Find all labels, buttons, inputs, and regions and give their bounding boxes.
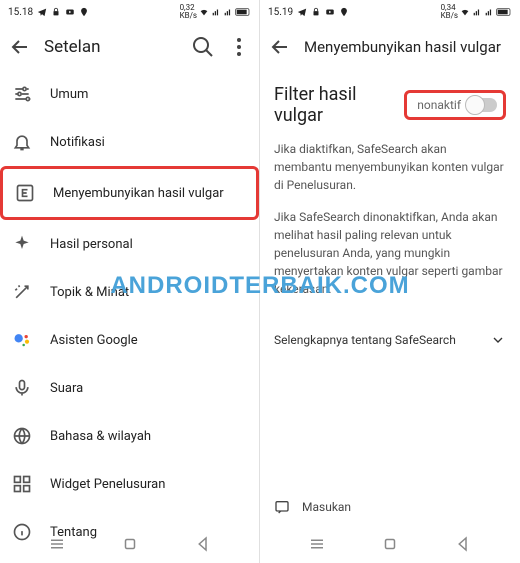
feedback-label: Masukan [302,500,351,514]
appbar-right: Menyembunyikan hasil vulgar [260,24,520,70]
filter-description-off: Jika SafeSearch dinonaktifkan, Anda akan… [274,208,506,298]
item-label: Bahasa & wilayah [50,429,151,444]
nav-home[interactable] [381,535,399,553]
signal-icon [472,7,482,17]
settings-item-notifikasi[interactable]: Notifikasi [0,118,259,166]
nav-recent[interactable] [48,535,66,553]
tune-icon [12,84,32,104]
toggle-state-label: nonaktif [417,98,461,112]
sparkle-icon [12,234,32,254]
search-button[interactable] [191,35,215,59]
more-button[interactable] [227,35,251,59]
feedback-button[interactable]: Masukan [260,487,520,527]
item-label: Suara [50,381,83,396]
settings-item-menyembunyikan[interactable]: Menyembunyikan hasil vulgar [0,166,259,220]
settings-item-bahasa-wilayah[interactable]: Bahasa & wilayah [0,412,259,460]
widgets-icon [12,474,32,494]
status-time: 15.18 [8,7,33,18]
telegram-icon [37,7,47,17]
feedback-icon [274,499,290,515]
chevron-down-icon [490,332,506,348]
statusbar-right: 15.19 0,34KB/s [260,0,520,24]
item-label: Notifikasi [50,135,105,150]
nav-back[interactable] [194,535,212,553]
settings-item-topik-minat[interactable]: Topik & Minat [0,268,259,316]
appbar-left: Setelan [0,24,259,70]
back-button[interactable] [8,35,32,59]
mic-icon [12,378,32,398]
filter-title: Filter hasil vulgar [274,84,404,126]
item-label: Topik & Minat [50,285,129,300]
navbar-right [260,529,520,559]
youtube-icon [65,7,75,17]
page-title: Menyembunyikan hasil vulgar [304,38,512,56]
item-label: Asisten Google [50,333,138,348]
expand-label: Selengkapnya tentang SafeSearch [274,333,456,347]
item-label: Hasil personal [50,237,133,252]
item-label: Menyembunyikan hasil vulgar [53,186,224,201]
lock-icon [311,7,321,17]
telegram-icon [297,7,307,17]
wifi-icon [460,7,470,17]
filter-description-on: Jika diaktifkan, SafeSearch akan membant… [274,140,506,194]
settings-item-widget-penelusuran[interactable]: Widget Penelusuran [0,460,259,508]
explicit-icon [15,183,35,203]
item-label: Umum [50,87,88,102]
signal-icon [211,7,221,17]
assistant-icon [12,330,32,350]
youtube-icon [325,7,335,17]
globe-icon [12,426,32,446]
status-time: 15.19 [268,7,293,18]
settings-item-umum[interactable]: Umum [0,70,259,118]
signal2-icon [223,7,233,17]
speed-indicator: 0,32KB/s [180,4,197,20]
page-title: Setelan [44,37,179,57]
speed-indicator: 0,34KB/s [441,4,458,20]
nav-back[interactable] [454,535,472,553]
nav-home[interactable] [121,535,139,553]
wifi-icon [199,7,209,17]
location-icon [339,7,349,17]
wand-icon [12,282,32,302]
statusbar-left: 15.18 0,32KB/s [0,0,259,24]
settings-item-hasil-personal[interactable]: Hasil personal [0,220,259,268]
settings-item-asisten-google[interactable]: Asisten Google [0,316,259,364]
switch-icon [467,98,497,112]
bell-icon [12,132,32,152]
learn-more-safesearch[interactable]: Selengkapnya tentang SafeSearch [260,318,520,362]
back-button[interactable] [268,35,292,59]
nav-recent[interactable] [308,535,326,553]
battery-icon [235,7,251,17]
signal2-icon [484,7,494,17]
settings-list: Umum Notifikasi Menyembunyikan hasil vul… [0,70,259,563]
settings-item-suara[interactable]: Suara [0,364,259,412]
battery-icon [496,7,512,17]
item-label: Widget Penelusuran [50,477,165,492]
filter-toggle[interactable]: nonaktif [404,90,506,120]
navbar-left [0,529,259,559]
lock-icon [51,7,61,17]
location-icon [79,7,89,17]
